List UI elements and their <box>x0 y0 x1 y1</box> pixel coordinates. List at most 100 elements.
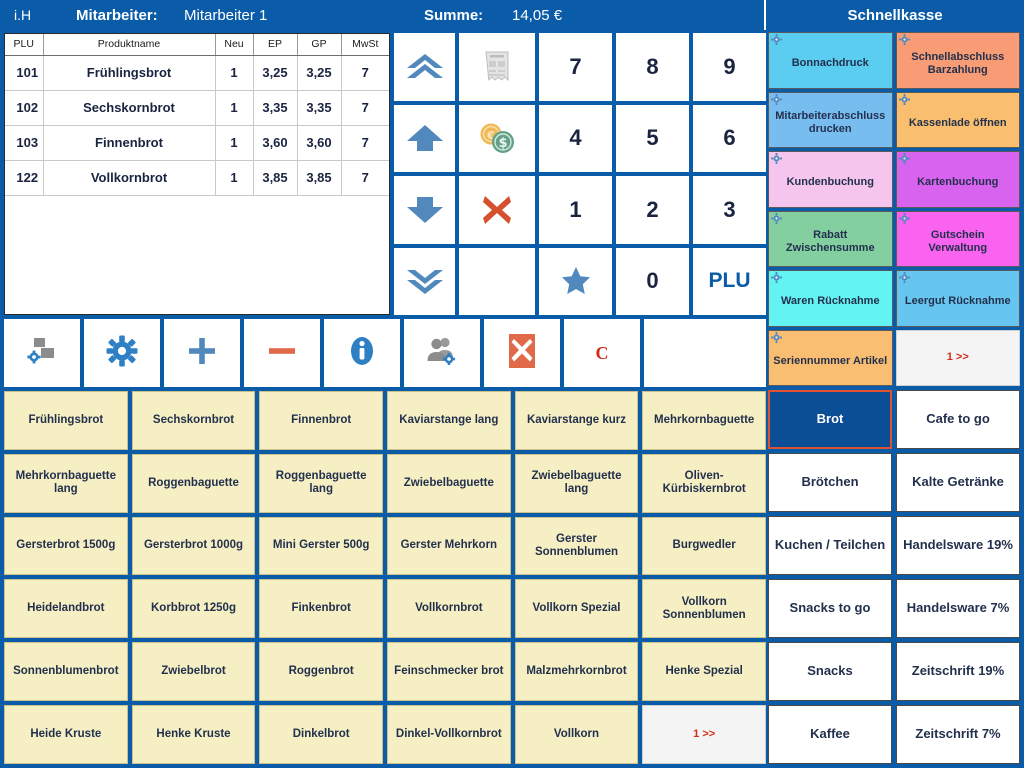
scroll-up-button[interactable] <box>394 105 455 173</box>
product-button[interactable]: Gersterbrot 1500g <box>4 517 128 576</box>
product-grid-pager[interactable]: 1 >> <box>642 705 766 764</box>
product-button[interactable]: Mehrkornbaguette lang <box>4 454 128 513</box>
cash-payment-button[interactable]: € $ <box>459 105 535 173</box>
product-button[interactable]: Finnenbrot <box>259 391 383 450</box>
category-button-broetchen[interactable]: Brötchen <box>768 453 892 512</box>
schnellkasse-button-gutschein-verwaltung[interactable]: Gutschein Verwaltung <box>896 211 1021 268</box>
product-button[interactable]: Feinschmecker brot <box>387 642 511 701</box>
product-button[interactable]: Henke Kruste <box>132 705 256 764</box>
schnellkasse-button-mitarbeiterabschluss-drucken[interactable]: Mitarbeiterabschluss drucken <box>768 92 893 149</box>
product-button[interactable]: Gersterbrot 1000g <box>132 517 256 576</box>
scroll-bottom-button[interactable] <box>394 248 455 316</box>
product-button[interactable]: Roggenbrot <box>259 642 383 701</box>
gear-icon <box>771 213 782 224</box>
schnellkasse-button-bonnachdruck[interactable]: Bonnachdruck <box>768 32 893 89</box>
category-button-kalte-getraenke[interactable]: Kalte Getränke <box>896 453 1020 512</box>
key-5[interactable]: 5 <box>616 105 689 173</box>
product-button[interactable]: Malzmehrkornbrot <box>515 642 639 701</box>
clear-button[interactable]: C <box>564 319 640 387</box>
key-8[interactable]: 8 <box>616 33 689 101</box>
remove-item-button[interactable] <box>244 319 320 387</box>
product-button[interactable]: Kaviarstange lang <box>387 391 511 450</box>
windows-settings-button[interactable] <box>4 319 80 387</box>
key-3[interactable]: 3 <box>693 176 766 244</box>
schnellkasse-button-seriennummer-artikel[interactable]: Seriennummer Artikel <box>768 330 893 387</box>
product-button[interactable]: Finkenbrot <box>259 579 383 638</box>
add-item-button[interactable] <box>164 319 240 387</box>
receipt-table-container[interactable]: PLU Produktname Neu EP GP MwSt 101 <box>4 33 390 315</box>
product-button[interactable]: Gerster Sonnenblumen <box>515 517 639 576</box>
product-button[interactable]: Oliven-Kürbiskernbrot <box>642 454 766 513</box>
schnellkasse-button-kartenbuchung[interactable]: Kartenbuchung <box>896 151 1021 208</box>
settings-button[interactable] <box>84 319 160 387</box>
table-row[interactable]: 103 Finnenbrot 1 3,60 3,60 7 <box>5 125 389 160</box>
product-button[interactable]: Zwiebelbrot <box>132 642 256 701</box>
product-button[interactable]: Sechskornbrot <box>132 391 256 450</box>
schnellkasse-button-label: Schnellabschluss Barzahlung <box>901 51 1016 77</box>
table-row[interactable]: 101 Frühlingsbrot 1 3,25 3,25 7 <box>5 55 389 90</box>
cell-gp: 3,60 <box>297 125 341 160</box>
key-9[interactable]: 9 <box>693 33 766 101</box>
product-button[interactable]: Frühlingsbrot <box>4 391 128 450</box>
category-button-zeitschrift-19[interactable]: Zeitschrift 19% <box>896 642 1020 701</box>
product-button[interactable]: Mini Gerster 500g <box>259 517 383 576</box>
product-button[interactable]: Sonnenblumenbrot <box>4 642 128 701</box>
product-button[interactable]: Roggenbaguette <box>132 454 256 513</box>
product-button[interactable]: Gerster Mehrkorn <box>387 517 511 576</box>
schnellkasse-pager[interactable]: 1 >> <box>896 330 1021 387</box>
category-button-brot[interactable]: Brot <box>768 390 892 449</box>
scroll-top-button[interactable] <box>394 33 455 101</box>
schnellkasse-button-kassenlade-oeffnen[interactable]: Kassenlade öffnen <box>896 92 1021 149</box>
key-2[interactable]: 2 <box>616 176 689 244</box>
product-button[interactable]: Kaviarstange kurz <box>515 391 639 450</box>
cancel-transaction-button[interactable] <box>484 319 560 387</box>
key-1[interactable]: 1 <box>539 176 612 244</box>
key-0[interactable]: 0 <box>616 248 689 316</box>
category-button-kuchen-teilchen[interactable]: Kuchen / Teilchen <box>768 516 892 575</box>
schnellkasse-button-schnellabschluss-barzahlung[interactable]: Schnellabschluss Barzahlung <box>896 32 1021 89</box>
product-button[interactable]: Zwiebelbaguette <box>387 454 511 513</box>
category-button-kaffee[interactable]: Kaffee <box>768 705 892 764</box>
table-row[interactable]: 102 Sechskornbrot 1 3,35 3,35 7 <box>5 90 389 125</box>
info-button[interactable] <box>324 319 400 387</box>
product-button[interactable]: Vollkorn Sonnenblumen <box>642 579 766 638</box>
clear-label: C <box>596 343 609 364</box>
product-button[interactable]: Vollkorn <box>515 705 639 764</box>
schnellkasse-button-kundenbuchung[interactable]: Kundenbuchung <box>768 151 893 208</box>
void-item-button[interactable] <box>459 176 535 244</box>
category-button-zeitschrift-7[interactable]: Zeitschrift 7% <box>896 705 1020 764</box>
gear-icon <box>899 272 910 283</box>
schnellkasse-button-rabatt-zwischensumme[interactable]: Rabatt Zwischensumme <box>768 211 893 268</box>
product-button[interactable]: Heide Kruste <box>4 705 128 764</box>
category-button-handelsware-19[interactable]: Handelsware 19% <box>896 516 1020 575</box>
product-button[interactable]: Burgwedler <box>642 517 766 576</box>
category-button-snacks[interactable]: Snacks <box>768 642 892 701</box>
category-button-handelsware-7[interactable]: Handelsware 7% <box>896 579 1020 638</box>
scroll-down-button[interactable] <box>394 176 455 244</box>
schnellkasse-button-leergut-ruecknahme[interactable]: Leergut Rücknahme <box>896 270 1021 327</box>
key-6[interactable]: 6 <box>693 105 766 173</box>
product-button[interactable]: Korbbrot 1250g <box>132 579 256 638</box>
product-button[interactable]: Roggenbaguette lang <box>259 454 383 513</box>
key-plu[interactable]: PLU <box>693 248 766 316</box>
product-button[interactable]: Zwiebelbaguette lang <box>515 454 639 513</box>
key-4[interactable]: 4 <box>539 105 612 173</box>
product-button[interactable]: Heidelandbrot <box>4 579 128 638</box>
category-button-cafe-to-go[interactable]: Cafe to go <box>896 390 1020 449</box>
schnellkasse-button-waren-ruecknahme[interactable]: Waren Rücknahme <box>768 270 893 327</box>
schnellkasse-button-label: Waren Rücknahme <box>781 295 880 308</box>
product-button[interactable]: Vollkornbrot <box>387 579 511 638</box>
product-button[interactable]: Henke Spezial <box>642 642 766 701</box>
favorite-button[interactable] <box>539 248 612 316</box>
product-button[interactable]: Vollkorn Spezial <box>515 579 639 638</box>
receipt-table-header-row: PLU Produktname Neu EP GP MwSt <box>5 34 389 55</box>
category-button-snacks-to-go[interactable]: Snacks to go <box>768 579 892 638</box>
table-row[interactable]: 122 Vollkornbrot 1 3,85 3,85 7 <box>5 160 389 195</box>
product-button[interactable]: Dinkel-Vollkornbrot <box>387 705 511 764</box>
schnellkasse-button-label: Kartenbuchung <box>917 176 998 189</box>
print-receipt-button[interactable] <box>459 33 535 101</box>
key-7[interactable]: 7 <box>539 33 612 101</box>
product-button[interactable]: Mehrkornbaguette <box>642 391 766 450</box>
user-settings-button[interactable] <box>404 319 480 387</box>
product-button[interactable]: Dinkelbrot <box>259 705 383 764</box>
